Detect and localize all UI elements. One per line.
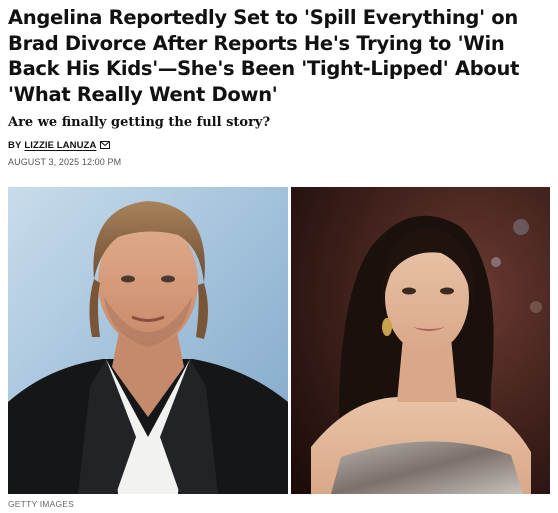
photo-right [291, 187, 550, 494]
mail-icon[interactable] [100, 141, 111, 149]
article-headline: Angelina Reportedly Set to 'Spill Everyt… [8, 6, 520, 106]
photo-left [8, 187, 288, 494]
byline: BY LIZZIE LANUZA [8, 138, 550, 152]
photo-right-illustration [291, 187, 550, 494]
article-image [8, 187, 550, 494]
article-dek: Are we finally getting the full story? [8, 115, 271, 130]
photo-left-illustration [8, 187, 288, 494]
article: Angelina Reportedly Set to 'Spill Everyt… [0, 0, 558, 513]
photo-credit: GETTY IMAGES [8, 499, 75, 509]
author-link[interactable]: LIZZIE LANUZA [24, 140, 96, 151]
byline-prefix: BY [8, 139, 22, 151]
publish-date: AUGUST 3, 2025 12:00 PM [8, 157, 122, 167]
